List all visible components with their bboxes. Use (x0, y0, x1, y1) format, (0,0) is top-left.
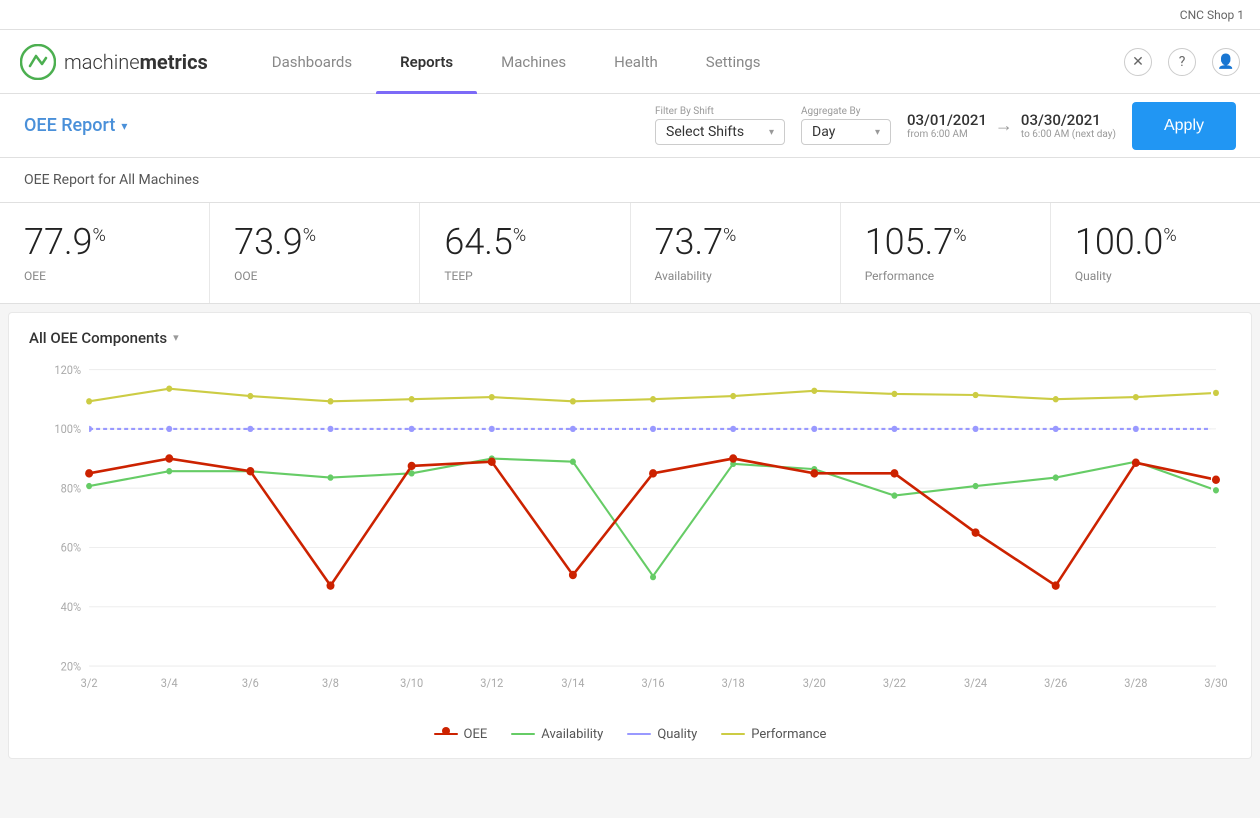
svg-text:3/22: 3/22 (883, 676, 906, 690)
logo-text: machinemetrics (64, 50, 208, 74)
aggregate-label: Aggregate By (801, 106, 860, 117)
nav-item-settings[interactable]: Settings (682, 30, 785, 94)
svg-text:3/4: 3/4 (161, 676, 179, 690)
user-icon[interactable]: 👤 (1212, 48, 1240, 76)
section-header: OEE Report for All Machines (0, 158, 1260, 203)
nav-item-reports[interactable]: Reports (376, 30, 477, 94)
legend-availability-label: Availability (541, 727, 603, 742)
nav-items: Dashboards Reports Machines Health Setti… (248, 30, 1124, 94)
svg-text:3/2: 3/2 (81, 676, 98, 690)
date-from-sub: from 6:00 AM (907, 129, 987, 140)
chart-legend: OEE Availability Quality Performance (29, 727, 1231, 742)
kpi-availability-value: 73.7% (655, 223, 737, 263)
svg-text:3/30: 3/30 (1204, 676, 1227, 690)
date-arrow-icon: → (995, 115, 1013, 136)
aggregate-chevron-icon: ▾ (875, 127, 880, 138)
svg-text:3/20: 3/20 (803, 676, 826, 690)
svg-text:40%: 40% (61, 599, 81, 613)
date-to-block: 03/30/2021 to 6:00 AM (next day) (1021, 111, 1116, 140)
legend-availability-line (511, 733, 535, 735)
svg-text:3/6: 3/6 (242, 676, 259, 690)
svg-text:3/10: 3/10 (400, 676, 423, 690)
svg-text:3/14: 3/14 (561, 676, 585, 690)
svg-text:3/16: 3/16 (641, 676, 664, 690)
nav-item-machines[interactable]: Machines (477, 30, 590, 94)
legend-quality-line (627, 733, 651, 735)
kpi-teep: 64.5% TEEP (420, 203, 630, 303)
svg-text:60%: 60% (61, 540, 81, 554)
chart-title-chevron-icon: ▾ (173, 331, 179, 344)
nav-item-health[interactable]: Health (590, 30, 682, 94)
oee-chart: 120% 100% 80% 60% 40% 20% 3/2 3/4 3/6 3/… (29, 359, 1231, 719)
date-from-block: 03/01/2021 from 6:00 AM (907, 111, 987, 140)
report-title-caret: ▾ (121, 119, 127, 133)
aggregate-group: Aggregate By Day ▾ (801, 106, 891, 145)
kpi-quality-value: 100.0% (1075, 223, 1177, 263)
date-to-sub: to 6:00 AM (next day) (1021, 129, 1116, 140)
nav-icons: ✕ ? 👤 (1124, 48, 1240, 76)
kpi-row: 77.9% OEE 73.9% OOE 64.5% TEEP 73.7% Ava… (0, 203, 1260, 304)
date-to: 03/30/2021 (1021, 111, 1116, 129)
nav-item-dashboards[interactable]: Dashboards (248, 30, 376, 94)
legend-availability: Availability (511, 727, 603, 742)
legend-performance: Performance (721, 727, 826, 742)
chart-title: All OEE Components (29, 329, 167, 347)
shop-name: CNC Shop 1 (1180, 8, 1244, 22)
kpi-ooe-label: OOE (234, 269, 257, 283)
svg-text:3/24: 3/24 (964, 676, 988, 690)
kpi-availability-label: Availability (655, 269, 712, 283)
kpi-oee-value: 77.9% (24, 223, 106, 263)
legend-quality-label: Quality (657, 727, 697, 742)
legend-oee-line (434, 733, 458, 735)
svg-text:3/28: 3/28 (1124, 676, 1147, 690)
filter-shift-label: Filter By Shift (655, 106, 714, 117)
svg-text:100%: 100% (54, 421, 81, 435)
legend-quality: Quality (627, 727, 697, 742)
svg-text:3/18: 3/18 (722, 676, 745, 690)
kpi-ooe: 73.9% OOE (210, 203, 420, 303)
filter-shift-select[interactable]: Select Shifts ▾ (655, 119, 785, 145)
chart-header[interactable]: All OEE Components ▾ (29, 329, 1231, 347)
shift-chevron-icon: ▾ (769, 127, 774, 138)
toolbar: OEE Report ▾ Filter By Shift Select Shif… (0, 94, 1260, 158)
kpi-availability: 73.7% Availability (631, 203, 841, 303)
kpi-quality-label: Quality (1075, 269, 1112, 283)
section-title: OEE Report for All Machines (24, 172, 199, 188)
legend-oee: OEE (434, 727, 488, 742)
legend-performance-line (721, 733, 745, 735)
kpi-performance-value: 105.7% (865, 223, 967, 263)
date-range: 03/01/2021 from 6:00 AM → 03/30/2021 to … (907, 111, 1116, 140)
legend-performance-label: Performance (751, 727, 826, 742)
svg-text:3/8: 3/8 (322, 676, 339, 690)
kpi-performance-label: Performance (865, 269, 934, 283)
notifications-icon[interactable]: ✕ (1124, 48, 1152, 76)
kpi-teep-label: TEEP (444, 269, 472, 283)
chart-section: All OEE Components ▾ 120% 100% 80% 60% 4… (8, 312, 1252, 759)
logo: machinemetrics (20, 44, 208, 80)
svg-text:20%: 20% (61, 659, 81, 673)
kpi-ooe-value: 73.9% (234, 223, 316, 263)
date-from: 03/01/2021 (907, 111, 987, 129)
apply-button[interactable]: Apply (1132, 102, 1236, 150)
help-icon[interactable]: ? (1168, 48, 1196, 76)
chart-container: 120% 100% 80% 60% 40% 20% 3/2 3/4 3/6 3/… (29, 359, 1231, 719)
filter-shift-group: Filter By Shift Select Shifts ▾ (655, 106, 785, 145)
svg-text:3/12: 3/12 (480, 676, 503, 690)
top-bar: CNC Shop 1 (0, 0, 1260, 30)
svg-text:120%: 120% (54, 362, 81, 376)
svg-text:3/26: 3/26 (1044, 676, 1067, 690)
legend-oee-label: OEE (464, 727, 488, 742)
logo-icon (20, 44, 56, 80)
main-nav: machinemetrics Dashboards Reports Machin… (0, 30, 1260, 94)
kpi-teep-value: 64.5% (444, 223, 526, 263)
report-title[interactable]: OEE Report ▾ (24, 115, 127, 136)
kpi-performance: 105.7% Performance (841, 203, 1051, 303)
kpi-oee: 77.9% OEE (0, 203, 210, 303)
kpi-oee-label: OEE (24, 269, 46, 283)
svg-text:80%: 80% (61, 481, 81, 495)
aggregate-select[interactable]: Day ▾ (801, 119, 891, 145)
kpi-quality: 100.0% Quality (1051, 203, 1260, 303)
